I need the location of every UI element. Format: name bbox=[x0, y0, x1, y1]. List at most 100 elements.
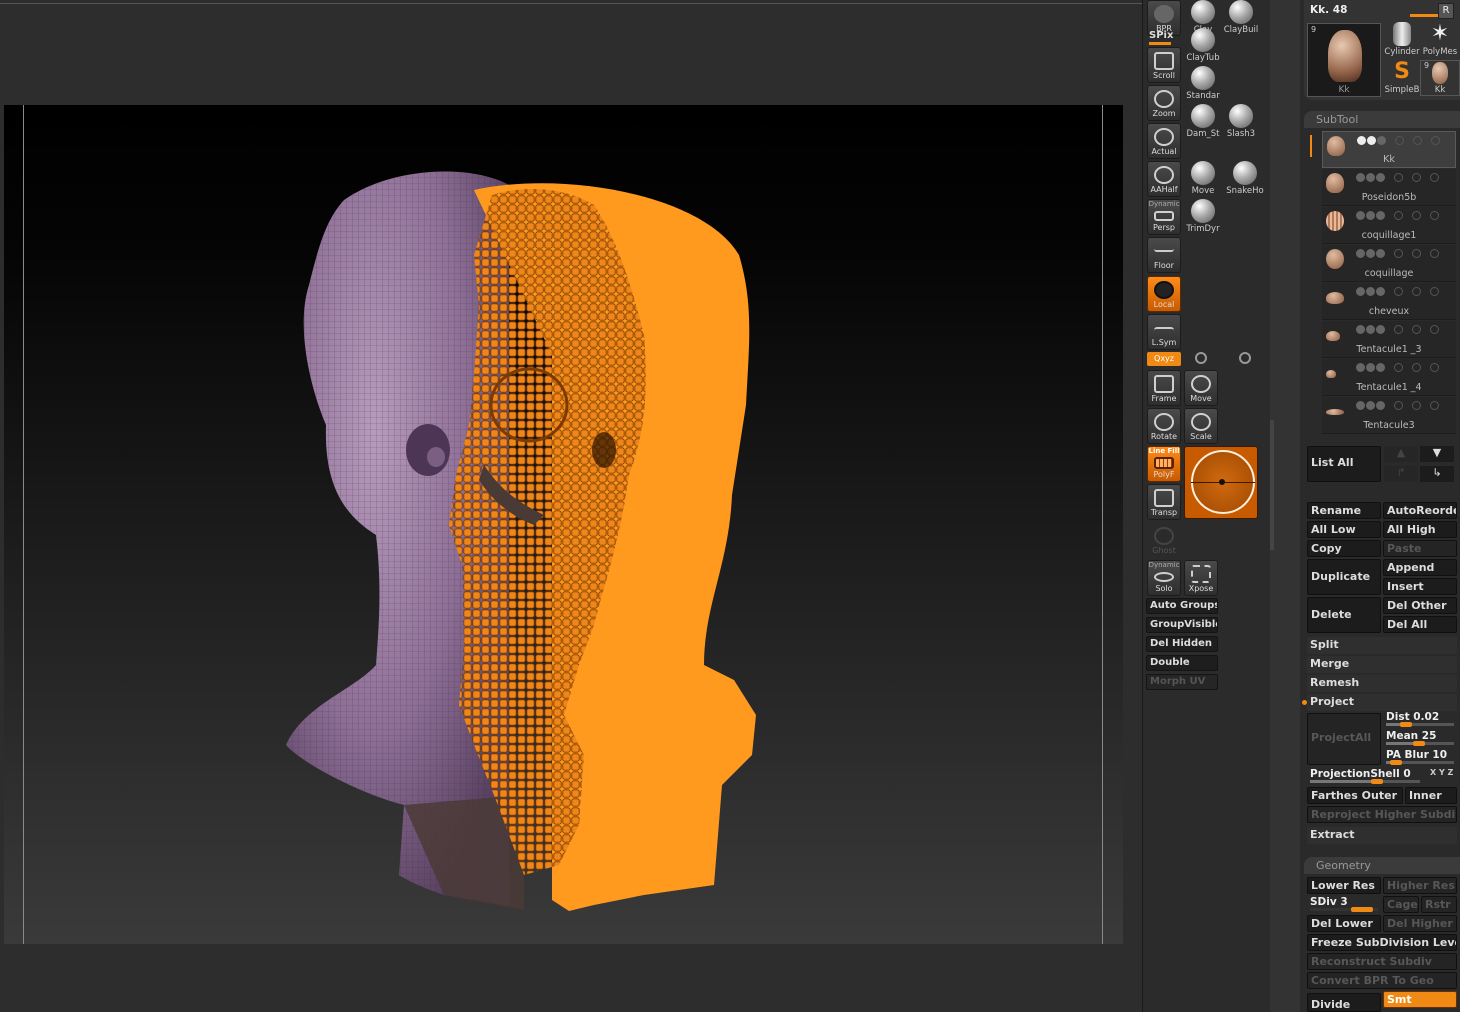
sculpt-model[interactable] bbox=[4, 105, 1123, 944]
subtool-item[interactable]: coquillage1 bbox=[1322, 207, 1456, 244]
reproject-button[interactable]: Reproject Higher Subdiv bbox=[1307, 806, 1457, 823]
solo-button[interactable]: Dynamic Solo bbox=[1147, 560, 1181, 596]
geometry-title[interactable]: Geometry bbox=[1304, 857, 1460, 874]
del-all-button[interactable]: Del All bbox=[1383, 616, 1457, 633]
sdiv-slider[interactable]: SDiv 3 bbox=[1307, 895, 1381, 912]
auto-groups-button[interactable]: Auto Groups bbox=[1146, 598, 1218, 614]
subtool-item[interactable]: Poseidon5b bbox=[1322, 169, 1456, 206]
append-button[interactable]: Append bbox=[1383, 559, 1457, 576]
subtool-item[interactable]: Tentacule1 _4 bbox=[1322, 359, 1456, 396]
brush-claytubes[interactable]: ClayTub bbox=[1183, 28, 1223, 66]
spix-slider[interactable]: SPix bbox=[1149, 30, 1173, 45]
pa-blur-slider[interactable]: PA Blur 10 bbox=[1383, 748, 1457, 765]
merge-section[interactable]: Merge bbox=[1307, 656, 1457, 673]
tool-kk[interactable]: Kk 9 bbox=[1420, 60, 1460, 96]
project-all-button[interactable]: ProjectAll bbox=[1307, 713, 1381, 765]
polyf-button[interactable]: Line Fill PolyF bbox=[1147, 446, 1181, 482]
remesh-section[interactable]: Remesh bbox=[1307, 675, 1457, 692]
subtool-item[interactable]: Tentacule3 bbox=[1322, 397, 1456, 434]
move-down-icon[interactable]: ▼ bbox=[1420, 446, 1454, 462]
all-low-button[interactable]: All Low bbox=[1307, 521, 1381, 538]
smt-toggle[interactable]: Smt bbox=[1383, 991, 1457, 1008]
transp-button[interactable]: Transp bbox=[1147, 484, 1181, 520]
delete-button[interactable]: Delete bbox=[1307, 597, 1381, 633]
subtool-toggles[interactable] bbox=[1356, 325, 1454, 335]
brush-trimdynamic[interactable]: TrimDyr bbox=[1183, 199, 1223, 237]
tool-slider-fill[interactable] bbox=[1410, 14, 1438, 17]
ghost-button[interactable]: Ghost bbox=[1147, 522, 1181, 558]
panel-scrollbar[interactable] bbox=[1270, 0, 1300, 1012]
del-hidden-button[interactable]: Del Hidden bbox=[1146, 636, 1218, 652]
subtool-toggles[interactable] bbox=[1356, 363, 1454, 373]
tool-simplebrush[interactable]: S SimpleB bbox=[1382, 60, 1422, 98]
subtool-scroll-marker[interactable] bbox=[1310, 135, 1312, 157]
subtool-item[interactable]: coquillage bbox=[1322, 245, 1456, 282]
r-button[interactable]: R bbox=[1438, 3, 1454, 19]
higher-res-button[interactable]: Higher Res bbox=[1383, 877, 1457, 894]
brush-slash3[interactable]: Slash3 bbox=[1221, 104, 1261, 142]
paste-button[interactable]: Paste bbox=[1383, 540, 1457, 557]
subtool-toggles[interactable] bbox=[1356, 401, 1454, 411]
group-visible-button[interactable]: GroupVisible bbox=[1146, 617, 1218, 633]
scroll-button[interactable]: Scroll bbox=[1147, 47, 1181, 83]
subtool-toggles[interactable] bbox=[1356, 287, 1454, 297]
rotate-y-icon[interactable] bbox=[1195, 352, 1207, 364]
subtool-item[interactable]: cheveux bbox=[1322, 283, 1456, 320]
del-lower-button[interactable]: Del Lower bbox=[1307, 915, 1381, 932]
farthest-outer-button[interactable]: Farthes Outer bbox=[1307, 787, 1403, 804]
extract-section[interactable]: Extract bbox=[1307, 827, 1457, 844]
copy-button[interactable]: Copy bbox=[1307, 540, 1381, 557]
reconstruct-subdiv-button[interactable]: Reconstruct Subdiv bbox=[1307, 953, 1457, 970]
list-all-button[interactable]: List All bbox=[1307, 446, 1381, 482]
tool-polymesh[interactable]: ✶ PolyMes bbox=[1420, 22, 1460, 60]
frame-button[interactable]: Frame bbox=[1147, 370, 1181, 406]
brush-claybuildup[interactable]: ClayBuil bbox=[1221, 0, 1261, 38]
subtool-toggles[interactable] bbox=[1356, 211, 1454, 221]
scale-button[interactable]: Scale bbox=[1184, 408, 1218, 444]
arrow-down-right-icon[interactable]: ↳ bbox=[1420, 466, 1454, 482]
tool-thumbnail[interactable]: 9 Kk bbox=[1307, 23, 1381, 97]
del-other-button[interactable]: Del Other bbox=[1383, 597, 1457, 614]
del-higher-button[interactable]: Del Higher bbox=[1383, 915, 1457, 932]
actual-button[interactable]: Actual bbox=[1147, 123, 1181, 159]
autoreorder-button[interactable]: AutoReorde bbox=[1383, 502, 1457, 519]
lsym-button[interactable]: L.Sym bbox=[1147, 314, 1181, 350]
inner-button[interactable]: Inner bbox=[1405, 787, 1457, 804]
insert-button[interactable]: Insert bbox=[1383, 578, 1457, 595]
rename-button[interactable]: Rename bbox=[1307, 502, 1381, 519]
zoom-button[interactable]: Zoom bbox=[1147, 85, 1181, 121]
rstr-button[interactable]: Rstr bbox=[1421, 896, 1457, 913]
aahalf-button[interactable]: AAHalf bbox=[1147, 161, 1181, 197]
persp-button[interactable]: Dynamic Persp bbox=[1147, 199, 1181, 235]
brush-move[interactable]: Move bbox=[1183, 161, 1223, 199]
project-section[interactable]: Project bbox=[1307, 694, 1457, 711]
split-section[interactable]: Split bbox=[1307, 637, 1457, 654]
brush-snakehook[interactable]: SnakeHo bbox=[1223, 161, 1267, 199]
move-view-button[interactable]: Move bbox=[1184, 370, 1218, 406]
move-up-icon[interactable]: ▲ bbox=[1384, 446, 1418, 462]
xyz-button[interactable]: Qxyz bbox=[1147, 352, 1181, 366]
brush-standard[interactable]: Standar bbox=[1183, 66, 1223, 104]
subtool-item[interactable]: Tentacule1 _3 bbox=[1322, 321, 1456, 358]
floor-button[interactable]: Floor bbox=[1147, 237, 1181, 273]
arrow-up-right-icon[interactable]: ↱ bbox=[1384, 466, 1418, 482]
projection-shell-slider[interactable]: ProjectionShell 0 bbox=[1307, 767, 1423, 784]
freeze-subdiv-button[interactable]: Freeze SubDivision Levels bbox=[1307, 934, 1457, 951]
morph-uv-button[interactable]: Morph UV bbox=[1146, 674, 1218, 690]
convert-bpr-button[interactable]: Convert BPR To Geo bbox=[1307, 972, 1457, 989]
lower-res-button[interactable]: Lower Res bbox=[1307, 877, 1381, 894]
xpose-button[interactable]: Xpose bbox=[1184, 560, 1218, 596]
rotate-z-icon[interactable] bbox=[1239, 352, 1251, 364]
xyz-toggle[interactable]: X Y Z bbox=[1430, 768, 1453, 777]
divide-button[interactable]: Divide bbox=[1307, 993, 1381, 1012]
all-high-button[interactable]: All High bbox=[1383, 521, 1457, 538]
subtool-toggles[interactable] bbox=[1357, 136, 1455, 146]
brush-damstandard[interactable]: Dam_St bbox=[1183, 104, 1223, 142]
duplicate-button[interactable]: Duplicate bbox=[1307, 559, 1381, 595]
local-button[interactable]: Local bbox=[1147, 276, 1181, 312]
double-button[interactable]: Double bbox=[1146, 655, 1218, 671]
rotate-button[interactable]: Rotate bbox=[1147, 408, 1181, 444]
subtool-item[interactable]: Kk bbox=[1322, 131, 1456, 168]
document-canvas[interactable] bbox=[4, 105, 1123, 944]
rotation-gyro[interactable] bbox=[1184, 446, 1258, 519]
